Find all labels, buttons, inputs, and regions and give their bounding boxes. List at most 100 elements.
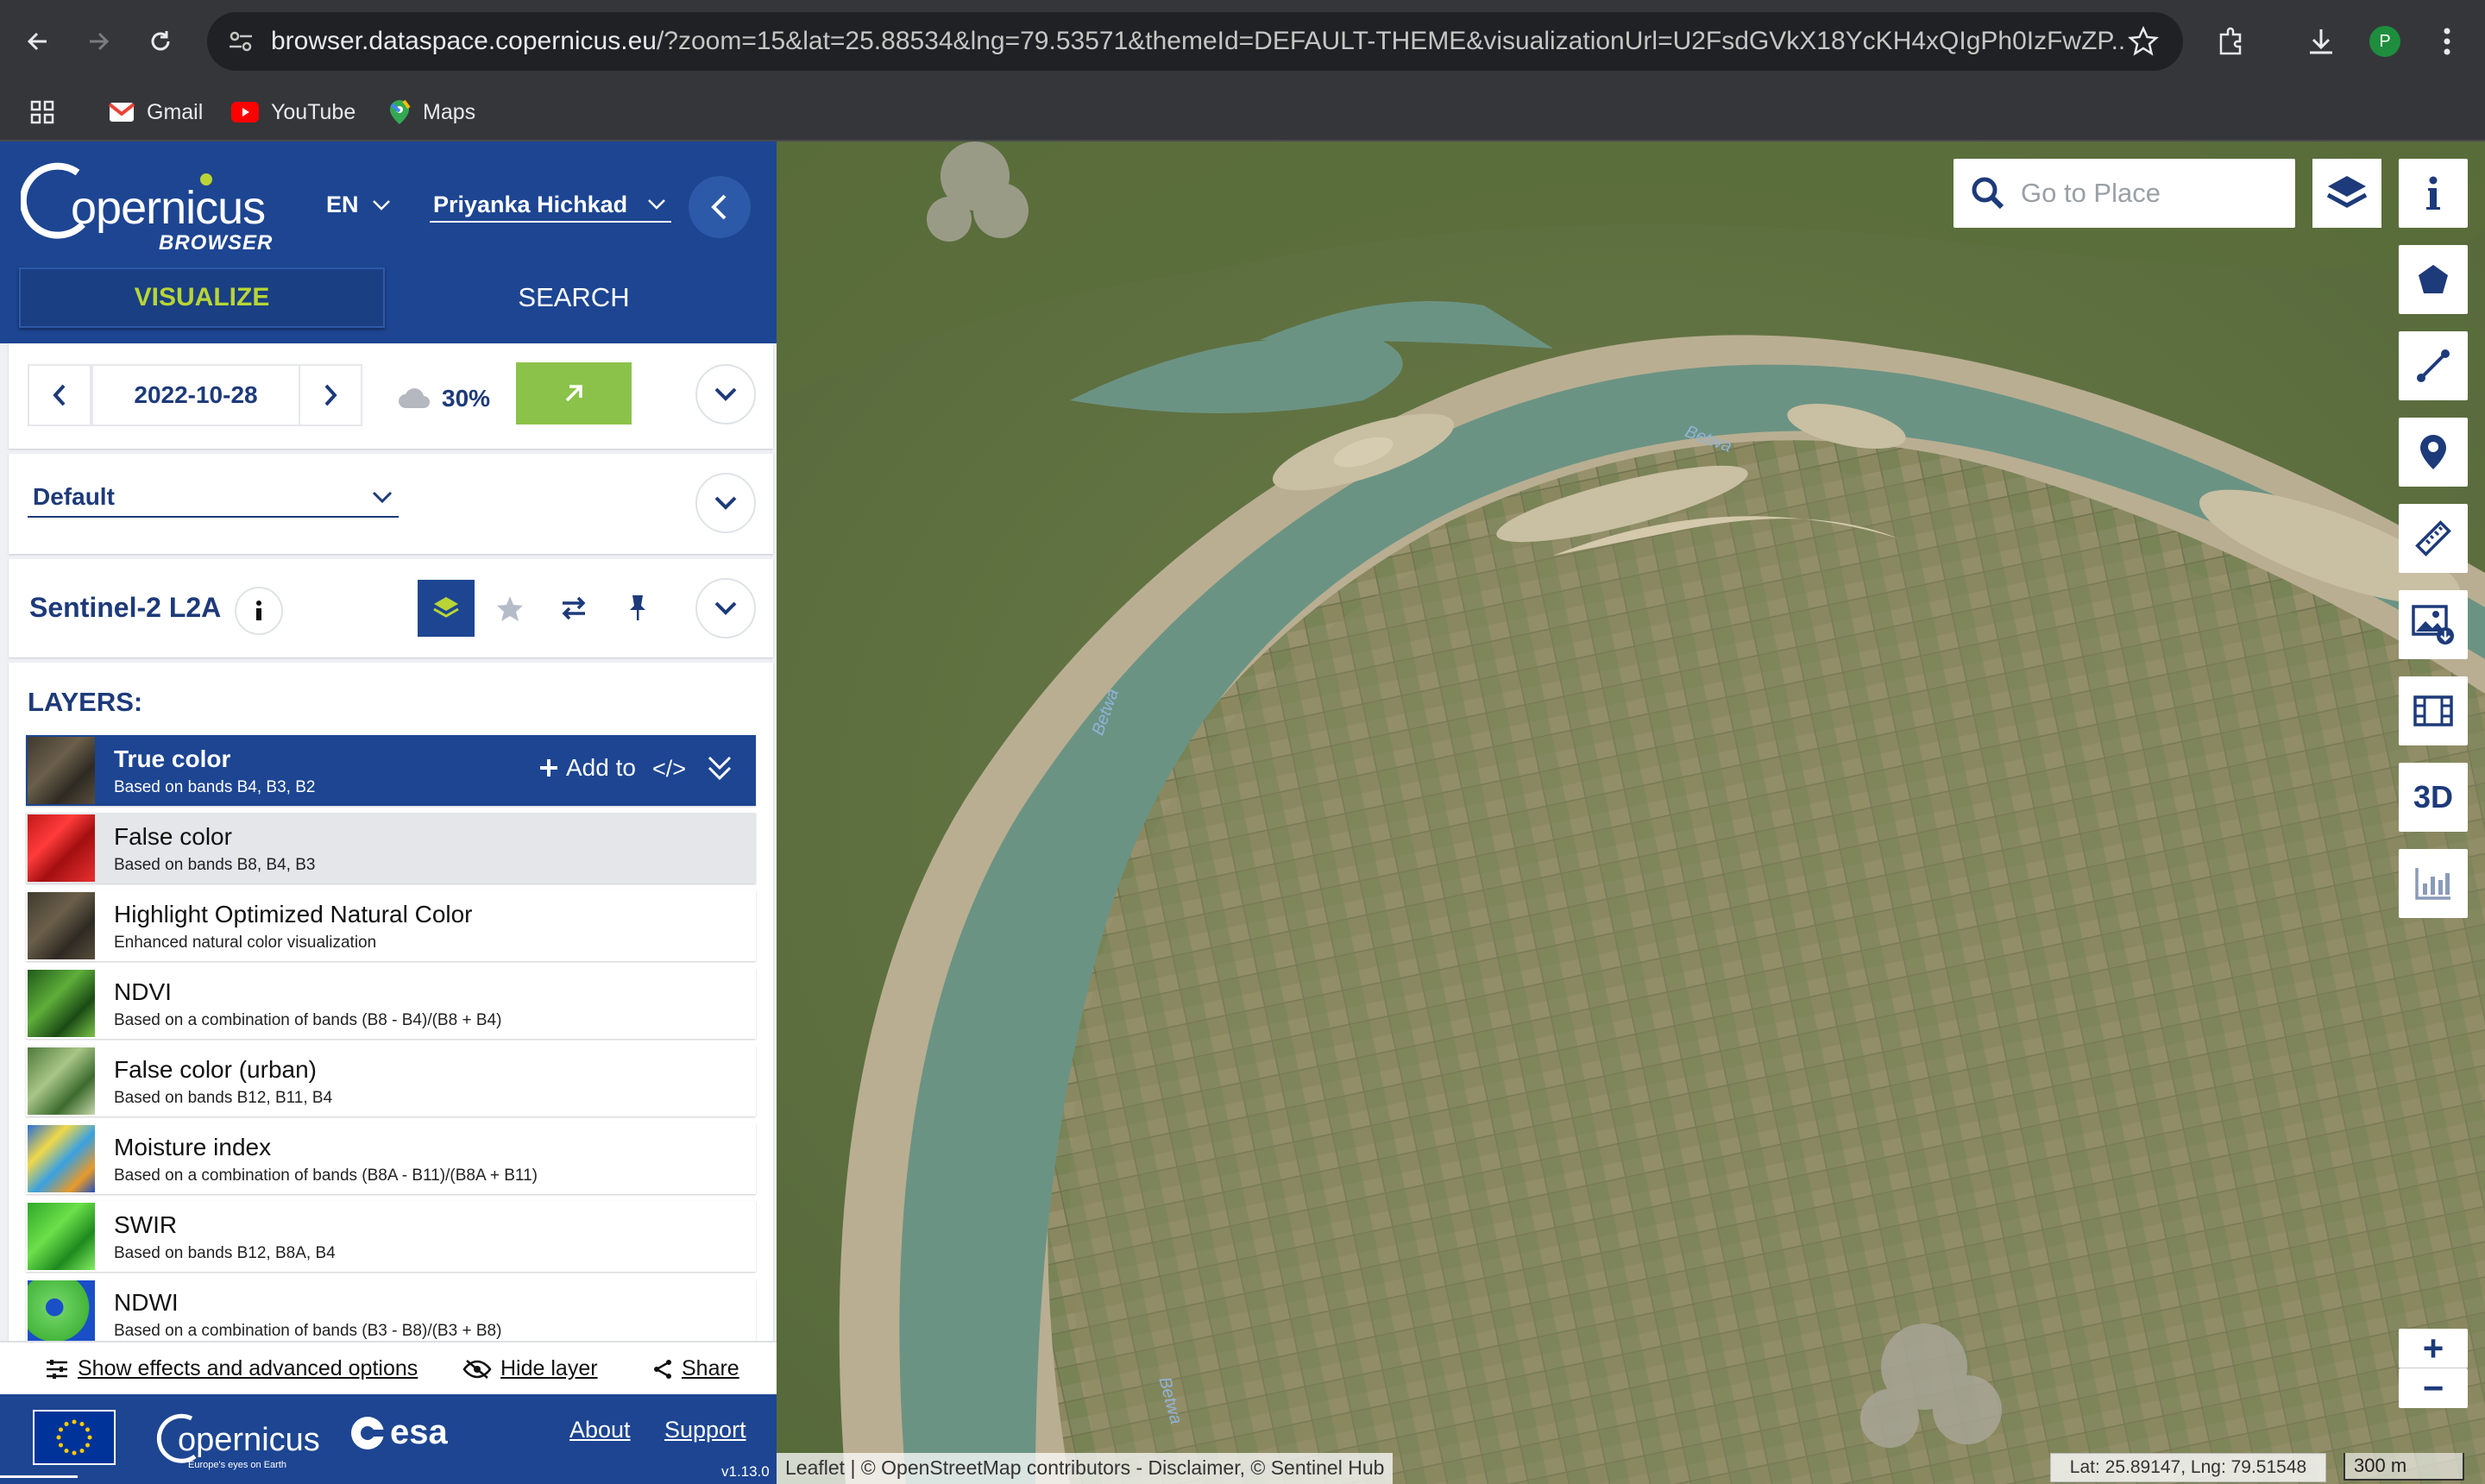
copernicus-tagline: Europe's eyes on Earth — [188, 1460, 287, 1470]
cloud-coverage[interactable]: 30% — [397, 385, 490, 412]
search-latest-button[interactable] — [516, 362, 632, 424]
cloud-value: 30% — [442, 385, 491, 412]
layer-false-color-urban[interactable]: False color (urban) Based on bands B12, … — [26, 1046, 756, 1116]
layer-name: False color — [114, 823, 232, 850]
favorite-button[interactable] — [481, 580, 538, 637]
esa-wordmark: esa — [390, 1413, 448, 1451]
copernicus-footer-logo[interactable]: opernicus Europe's eyes on Earth — [154, 1410, 361, 1470]
layer-thumbnail — [28, 892, 95, 959]
layer-description: Based on a combination of bands (B8 - B4… — [114, 1011, 502, 1029]
layer-thumbnail — [28, 814, 95, 882]
sidebar-header: opernicus BROWSER EN Priyanka Hichkad VI… — [0, 141, 777, 343]
site-info-icon[interactable] — [226, 27, 255, 56]
maps-icon — [388, 99, 411, 125]
show-effects-link[interactable]: Show effects and advanced options — [45, 1356, 418, 1381]
go-to-place-search[interactable] — [1953, 159, 2295, 228]
bookmark-star-icon[interactable] — [2128, 26, 2159, 57]
layers-view-button[interactable] — [418, 580, 475, 637]
menu-kebab-icon[interactable] — [2423, 17, 2471, 66]
download-image-button[interactable] — [2399, 590, 2468, 659]
address-bar[interactable]: browser.dataspace.copernicus.eu/?zoom=15… — [207, 12, 2183, 71]
expand-theme-button[interactable] — [695, 473, 756, 533]
coordinates-display: Lat: 25.89147, Lng: 79.51548 — [2050, 1453, 2326, 1482]
map-pin-icon — [2419, 433, 2448, 471]
layer-thumbnail — [28, 970, 95, 1037]
place-marker-button[interactable] — [2399, 418, 2468, 487]
layer-moisture-index[interactable]: Moisture index Based on a combination of… — [26, 1123, 756, 1194]
layer-description: Enhanced natural color visualization — [114, 934, 377, 952]
download-icon[interactable] — [2297, 17, 2345, 66]
compare-button[interactable] — [545, 580, 602, 637]
satellite-imagery[interactable] — [777, 141, 2485, 1484]
reload-icon[interactable] — [136, 17, 185, 66]
layer-swir[interactable]: SWIR Based on bands B12, B8A, B4 — [26, 1201, 756, 1272]
logo-subtitle: BROWSER — [159, 231, 274, 255]
arrow-up-right-icon — [561, 380, 587, 406]
dataset-info-button[interactable] — [235, 587, 283, 635]
scale-bar: 300 m — [2343, 1453, 2464, 1481]
expand-dataset-button[interactable] — [695, 578, 756, 638]
tab-visualize[interactable]: VISUALIZE — [19, 267, 385, 328]
draw-line-button[interactable] — [2399, 331, 2468, 400]
info-icon — [254, 600, 264, 622]
layer-thumbnail — [28, 1280, 95, 1341]
info-button[interactable] — [2399, 159, 2468, 228]
browser-toolbar: browser.dataspace.copernicus.eu/?zoom=15… — [0, 0, 2485, 83]
add-to-button[interactable]: Add to — [538, 754, 636, 782]
expand-date-button[interactable] — [695, 364, 756, 424]
footer-divider — [0, 1475, 78, 1478]
code-button[interactable]: </> — [652, 756, 686, 783]
language-select[interactable]: EN — [326, 192, 392, 218]
collapse-sidebar-button[interactable] — [689, 176, 751, 238]
user-menu[interactable]: Priyanka Hichkad — [430, 188, 671, 223]
prev-date-button[interactable] — [28, 364, 91, 426]
copernicus-browser-logo[interactable]: opernicus BROWSER — [21, 154, 272, 255]
layer-actions-bar: Show effects and advanced options Hide l… — [0, 1341, 777, 1394]
expand-layer-button[interactable] — [706, 754, 733, 783]
bookmark-youtube[interactable]: YouTube — [231, 95, 355, 129]
measure-button[interactable] — [2399, 504, 2468, 573]
hide-layer-link[interactable]: Hide layer — [462, 1356, 598, 1381]
share-link[interactable]: Share — [652, 1356, 739, 1381]
about-link[interactable]: About — [569, 1417, 631, 1443]
pin-button[interactable] — [609, 580, 666, 637]
statistics-button[interactable] — [2399, 849, 2468, 918]
eu-flag-logo[interactable] — [33, 1410, 116, 1465]
layer-ndwi[interactable]: NDWI Based on a combination of bands (B3… — [26, 1279, 756, 1341]
support-link[interactable]: Support — [664, 1417, 746, 1443]
extensions-icon[interactable] — [2207, 17, 2255, 66]
theme-select[interactable]: Default — [28, 478, 399, 518]
language-value: EN — [326, 192, 359, 217]
bookmark-maps[interactable]: Maps — [388, 95, 475, 129]
layer-false-color[interactable]: False color Based on bands B8, B4, B3 — [26, 813, 756, 883]
back-icon[interactable] — [14, 17, 62, 66]
layer-description: Based on bands B12, B8A, B4 — [114, 1244, 336, 1262]
profile-initial: P — [2369, 26, 2400, 57]
base-layers-button[interactable] — [2312, 159, 2381, 228]
draw-polygon-button[interactable] — [2399, 245, 2468, 314]
timelapse-button[interactable] — [2399, 676, 2468, 745]
bookmarks-bar: Gmail YouTube Maps — [0, 83, 2485, 141]
esa-logo[interactable]: esa — [349, 1413, 448, 1452]
tab-search[interactable]: SEARCH — [406, 267, 742, 328]
zoom-out-button[interactable]: − — [2399, 1368, 2468, 1408]
layer-name: Highlight Optimized Natural Color — [114, 901, 473, 928]
layer-true-color[interactable]: True color Based on bands B4, B3, B2 Add… — [26, 735, 756, 806]
3d-view-button[interactable]: 3D — [2399, 763, 2468, 832]
apps-grid-icon[interactable] — [29, 95, 55, 129]
map-view[interactable]: Betwa Betwa Betwa 3D + − Leaflet | © Ope… — [777, 141, 2485, 1484]
layer-highlight-optimized[interactable]: Highlight Optimized Natural Color Enhanc… — [26, 890, 756, 961]
map-attribution[interactable]: Leaflet | © OpenStreetMap contributors -… — [777, 1453, 1393, 1484]
bar-chart-icon — [2414, 866, 2452, 901]
zoom-in-button[interactable]: + — [2399, 1328, 2468, 1368]
bookmark-gmail[interactable]: Gmail — [109, 95, 203, 129]
layer-name: NDWI — [114, 1289, 179, 1316]
profile-avatar[interactable]: P — [2361, 17, 2409, 66]
layer-ndvi[interactable]: NDVI Based on a combination of bands (B8… — [26, 968, 756, 1039]
layer-thumbnail — [28, 1125, 95, 1192]
swap-arrows-icon — [559, 595, 588, 621]
next-date-button[interactable] — [299, 364, 362, 426]
date-picker[interactable]: 2022-10-28 — [91, 364, 300, 426]
go-to-place-input[interactable] — [2021, 178, 2280, 209]
forward-icon[interactable] — [74, 17, 123, 66]
